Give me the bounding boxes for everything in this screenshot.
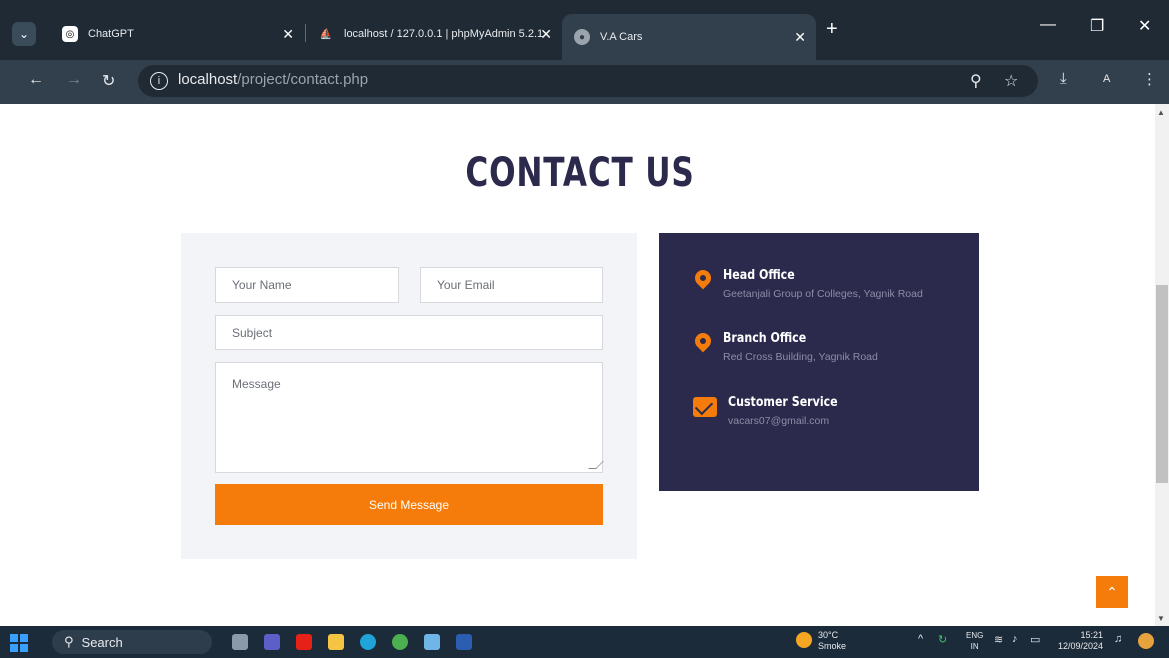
forward-icon[interactable]: → <box>66 71 82 89</box>
message-textarea[interactable]: Message <box>215 362 603 473</box>
weather-desc: Smoke <box>818 641 847 651</box>
scroll-up-arrow-icon[interactable]: ▲ <box>1157 108 1165 117</box>
phpmyadmin-favicon-icon: ⛵ <box>319 28 333 40</box>
store-icon[interactable] <box>424 634 440 650</box>
chatgpt-favicon-icon: ◎ <box>62 26 78 42</box>
name-input[interactable]: Your Name <box>215 267 399 303</box>
tray-expand-icon[interactable]: ^ <box>918 633 923 645</box>
language-indicator[interactable]: ENG IN <box>966 630 983 652</box>
info-detail: Red Cross Building, Yagnik Road <box>723 351 878 363</box>
site-info-icon[interactable]: i <box>150 72 168 90</box>
tab-title: localhost / 127.0.0.1 | phpMyAdmin 5.2.1 <box>344 28 544 40</box>
back-to-top-button[interactable]: ⌃ <box>1096 576 1128 608</box>
notification-bell-icon[interactable]: ♫ <box>1114 633 1122 645</box>
search-label: Search <box>81 634 123 650</box>
tab-va-cars[interactable]: ● V.A Cars ✕ <box>562 14 816 60</box>
subject-input[interactable]: Subject <box>215 315 603 350</box>
globe-favicon-icon: ● <box>574 29 590 45</box>
omnibox[interactable]: i localhost/project/contact.php ⚲ ☆ <box>138 65 1038 97</box>
email-input[interactable]: Your Email <box>420 267 603 303</box>
info-heading: Head Office <box>723 268 795 283</box>
lang-region: IN <box>970 642 979 651</box>
battery-icon[interactable]: ▭ <box>1030 633 1040 646</box>
zoom-icon[interactable]: ⚲ <box>970 71 982 91</box>
reload-icon[interactable]: ↻ <box>102 71 115 91</box>
scroll-down-arrow-icon[interactable]: ▼ <box>1157 614 1165 623</box>
scrollbar-thumb[interactable] <box>1156 285 1168 483</box>
envelope-open-icon <box>693 397 717 417</box>
double-chevron-up-icon: ⌃ <box>1106 583 1118 600</box>
sync-icon[interactable]: ↻ <box>938 633 947 646</box>
close-window-icon[interactable]: ✕ <box>1138 16 1151 36</box>
edge-icon[interactable] <box>360 634 376 650</box>
weather-temp: 30°C <box>818 630 839 640</box>
wifi-icon[interactable]: ≋ <box>994 633 1003 646</box>
minimize-icon[interactable]: — <box>1040 16 1056 34</box>
page-title: CONTACT US <box>465 150 695 196</box>
taskbar-clock[interactable]: 15:21 12/09/2024 <box>1058 630 1103 652</box>
info-detail: Geetanjali Group of Colleges, Yagnik Roa… <box>723 288 923 300</box>
browser-menu-icon[interactable]: ⋮ <box>1142 70 1157 88</box>
close-tab-icon[interactable]: ✕ <box>540 26 552 43</box>
chrome-icon[interactable] <box>392 634 408 650</box>
tab-phpmyadmin[interactable]: ⛵ localhost / 127.0.0.1 | phpMyAdmin 5.2… <box>310 14 562 54</box>
send-message-button[interactable]: Send Message <box>215 484 603 525</box>
clock-time: 15:21 <box>1080 630 1104 640</box>
lang-code: ENG <box>966 631 984 640</box>
search-icon: ⚲ <box>64 634 74 649</box>
taskbar-search[interactable]: ⚲ Search <box>52 630 212 654</box>
tab-search-dropdown-icon[interactable]: ⌄ <box>12 22 36 46</box>
close-tab-icon[interactable]: ✕ <box>794 29 806 46</box>
clock-date: 12/09/2024 <box>1058 641 1104 651</box>
youtube-icon[interactable] <box>296 634 312 650</box>
file-explorer-icon[interactable] <box>328 634 344 650</box>
profile-icon[interactable]: A <box>1103 73 1110 85</box>
tab-title: ChatGPT <box>88 28 134 40</box>
tab-title: V.A Cars <box>600 31 643 43</box>
volume-icon[interactable]: ♪ <box>1012 633 1018 645</box>
word-icon[interactable] <box>456 634 472 650</box>
download-icon[interactable]: ⤓ <box>1060 70 1067 87</box>
copilot-icon[interactable] <box>1138 633 1154 649</box>
teams-icon[interactable] <box>264 634 280 650</box>
restore-icon[interactable]: ❐ <box>1090 16 1104 36</box>
weather-sun-icon <box>796 632 812 648</box>
info-heading: Customer Service <box>728 395 838 410</box>
url-text[interactable]: localhost/project/contact.php <box>178 71 368 88</box>
back-icon[interactable]: ← <box>28 71 44 89</box>
task-view-icon[interactable] <box>232 634 248 650</box>
windows-start-icon[interactable] <box>10 634 28 652</box>
tab-separator <box>305 24 306 42</box>
new-tab-icon[interactable]: + <box>826 18 838 41</box>
bookmark-star-icon[interactable]: ☆ <box>1004 71 1018 91</box>
tab-chatgpt[interactable]: ◎ ChatGPT ✕ <box>52 14 304 54</box>
info-detail: vacars07@gmail.com <box>728 415 830 427</box>
info-heading: Branch Office <box>723 331 807 346</box>
close-tab-icon[interactable]: ✕ <box>282 26 294 43</box>
